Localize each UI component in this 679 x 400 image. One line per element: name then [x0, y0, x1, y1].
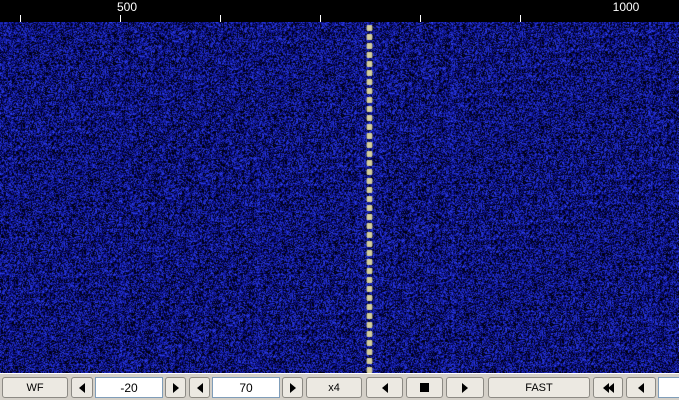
scale-tick — [520, 15, 521, 22]
speed-button[interactable]: FAST — [488, 377, 590, 398]
triangle-left-icon — [79, 382, 85, 393]
reference-increase-button[interactable] — [165, 377, 186, 398]
triangle-left-icon — [196, 382, 203, 393]
wf-mode-button[interactable]: WF — [2, 377, 68, 398]
scale-tick — [20, 15, 21, 22]
step-back-button[interactable] — [626, 377, 656, 398]
zoom-button[interactable]: x4 — [306, 377, 362, 398]
scale-tick — [420, 15, 421, 22]
scale-label-1000: 1000 — [612, 0, 640, 14]
triangle-right-icon — [462, 382, 468, 393]
fast-rewind-button[interactable] — [593, 377, 623, 398]
scale-tick — [120, 15, 121, 22]
range-increase-button[interactable] — [282, 377, 303, 398]
play-forward-button[interactable] — [446, 377, 484, 398]
range-field[interactable]: 70 — [212, 377, 280, 398]
triangle-right-icon — [172, 382, 179, 393]
play-back-button[interactable] — [366, 377, 403, 398]
scale-tick — [320, 15, 321, 22]
reference-decrease-button[interactable] — [71, 377, 93, 398]
triangle-left-icon — [638, 382, 644, 393]
scale-label-500: 500 — [116, 0, 138, 14]
frequency-scale: 500 1000 — [0, 0, 679, 22]
triangle-right-icon — [289, 382, 296, 393]
square-stop-icon — [420, 383, 429, 392]
stop-button[interactable] — [406, 377, 443, 398]
range-decrease-button[interactable] — [189, 377, 210, 398]
scale-tick — [220, 15, 221, 22]
waterfall-display[interactable] — [0, 22, 679, 373]
control-toolbar: WF -20 70 x4 FAST — [0, 373, 679, 400]
position-field[interactable] — [658, 377, 679, 398]
triangle-left-icon — [381, 382, 388, 393]
reference-level-field[interactable]: -20 — [95, 377, 163, 398]
